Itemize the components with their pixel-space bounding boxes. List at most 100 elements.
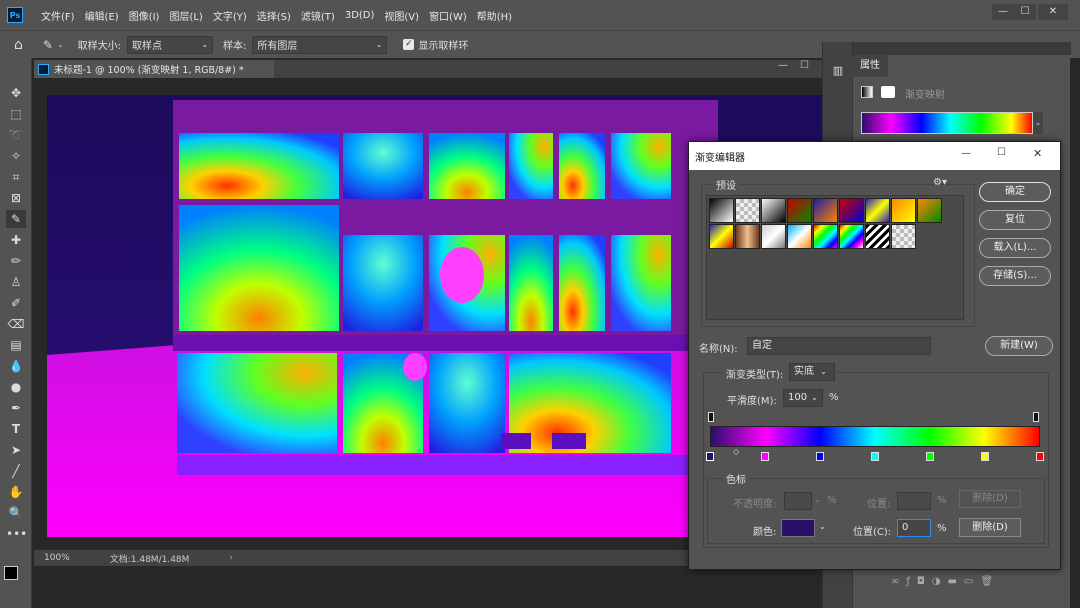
document-minimize-icon[interactable]: — bbox=[778, 60, 788, 71]
preset-swatch[interactable] bbox=[787, 224, 812, 249]
panel-header bbox=[853, 42, 1071, 55]
opacity-stop[interactable] bbox=[1033, 412, 1039, 422]
menu-edit[interactable]: 编辑(E) bbox=[80, 8, 124, 23]
midpoint-diamond-icon[interactable]: ◇ bbox=[733, 447, 739, 456]
menu-filter[interactable]: 滤镜(T) bbox=[296, 8, 340, 23]
color-stop[interactable] bbox=[926, 452, 934, 461]
preset-swatch[interactable] bbox=[917, 198, 942, 223]
new-button[interactable]: 新建(W) bbox=[985, 336, 1053, 356]
lasso-tool-icon[interactable]: ➰ bbox=[6, 126, 26, 144]
dialog-close-icon[interactable]: ✕ bbox=[1033, 147, 1042, 160]
eyedropper-tool-icon[interactable]: ✎ bbox=[6, 210, 26, 228]
hand-tool-icon[interactable]: ✋ bbox=[6, 483, 26, 501]
chevron-down-icon[interactable]: ⌄ bbox=[57, 40, 64, 49]
color-stop[interactable] bbox=[981, 452, 989, 461]
preset-swatch[interactable] bbox=[709, 224, 734, 249]
gradient-preview[interactable] bbox=[861, 112, 1033, 134]
move-tool-icon[interactable]: ✥ bbox=[6, 84, 26, 102]
show-ring-checkbox[interactable]: ✓ bbox=[403, 39, 415, 50]
crop-tool-icon[interactable]: ⌗ bbox=[6, 168, 26, 186]
sample-size-select[interactable]: 取样点 ⌄ bbox=[127, 35, 214, 54]
color-stop[interactable] bbox=[761, 452, 769, 461]
preset-swatch[interactable] bbox=[891, 224, 916, 249]
healing-brush-tool-icon[interactable]: ✚ bbox=[6, 231, 26, 249]
eyedropper-icon[interactable]: ✎ bbox=[43, 38, 53, 52]
gradient-bar[interactable] bbox=[710, 426, 1040, 447]
type-tool-icon[interactable]: T bbox=[6, 420, 26, 438]
menu-image[interactable]: 图像(I) bbox=[124, 8, 165, 23]
mask-icon[interactable] bbox=[881, 86, 895, 98]
color-stop[interactable] bbox=[871, 452, 879, 461]
preset-swatch[interactable] bbox=[891, 198, 916, 223]
chevron-down-icon: ⌄ bbox=[811, 393, 818, 402]
menu-window[interactable]: 窗口(W) bbox=[424, 8, 472, 23]
foreground-color-swatch[interactable] bbox=[4, 566, 18, 580]
sample-select[interactable]: 所有图层 ⌄ bbox=[252, 35, 388, 54]
menu-layer[interactable]: 图层(L) bbox=[164, 8, 207, 23]
preset-swatch[interactable] bbox=[839, 198, 864, 223]
menu-select[interactable]: 选择(S) bbox=[252, 8, 296, 23]
frame-tool-icon[interactable]: ⊠ bbox=[6, 189, 26, 207]
reset-button[interactable]: 复位 bbox=[979, 210, 1051, 230]
stamp-tool-icon[interactable]: ♙ bbox=[6, 273, 26, 291]
tab-properties[interactable]: 属性 bbox=[852, 55, 888, 77]
menu-view[interactable]: 视图(V) bbox=[379, 8, 424, 23]
load-button[interactable]: 载入(L)... bbox=[979, 238, 1051, 258]
more-tools-icon[interactable]: ••• bbox=[6, 525, 27, 543]
zoom-tool-icon[interactable]: 🔍 bbox=[6, 504, 26, 522]
gradient-tool-icon[interactable]: ▤ bbox=[6, 336, 26, 354]
zoom-level[interactable]: 100% bbox=[44, 553, 70, 563]
marquee-tool-icon[interactable]: ⬚ bbox=[6, 105, 26, 123]
magic-wand-tool-icon[interactable]: ✧ bbox=[6, 147, 26, 165]
preset-swatch[interactable] bbox=[735, 224, 760, 249]
adjustments-icon[interactable]: ▥ bbox=[829, 64, 847, 82]
menu-type[interactable]: 文字(Y) bbox=[208, 8, 252, 23]
save-button[interactable]: 存储(S)... bbox=[979, 266, 1051, 286]
presets-gear-icon[interactable]: ⚙▾ bbox=[933, 177, 947, 188]
close-icon[interactable]: ✕ bbox=[1038, 4, 1068, 20]
dialog-minimize-icon[interactable]: — bbox=[961, 148, 971, 159]
chevron-down-icon[interactable]: ⌄ bbox=[819, 522, 826, 531]
maximize-icon[interactable]: ☐ bbox=[1014, 4, 1036, 20]
color-stop[interactable] bbox=[706, 452, 714, 461]
stop-color-swatch[interactable] bbox=[781, 519, 815, 537]
brush-tool-icon[interactable]: ✏ bbox=[6, 252, 26, 270]
menu-file[interactable]: 文件(F) bbox=[36, 8, 80, 23]
smoothness-input[interactable]: 100 ⌄ bbox=[783, 389, 823, 407]
preset-swatch[interactable] bbox=[813, 198, 838, 223]
preset-swatch[interactable] bbox=[735, 198, 760, 223]
chevron-right-icon[interactable]: › bbox=[229, 553, 233, 563]
preset-swatch[interactable] bbox=[813, 224, 838, 249]
delete-color-stop-button[interactable]: 删除(D) bbox=[959, 518, 1021, 537]
preset-swatch[interactable] bbox=[761, 224, 786, 249]
name-input[interactable]: 自定 bbox=[747, 337, 931, 355]
path-selection-tool-icon[interactable]: ➤ bbox=[6, 441, 26, 459]
dialog-maximize-icon[interactable]: ☐ bbox=[997, 147, 1006, 158]
menu-help[interactable]: 帮助(H) bbox=[472, 8, 517, 23]
pen-tool-icon[interactable]: ✒ bbox=[6, 399, 26, 417]
preset-swatch[interactable] bbox=[865, 198, 890, 223]
home-icon[interactable]: ⌂ bbox=[14, 37, 23, 53]
eraser-tool-icon[interactable]: ⌫ bbox=[6, 315, 26, 333]
panel-footer-icons[interactable]: ∞ƒ◘◑▬▭🗑 bbox=[891, 576, 1000, 587]
position-input[interactable]: 0 bbox=[897, 519, 931, 537]
blur-tool-icon[interactable]: 💧 bbox=[6, 357, 26, 375]
preset-swatch[interactable] bbox=[839, 224, 864, 249]
chevron-down-icon[interactable]: ⌄ bbox=[1033, 112, 1043, 134]
color-stop[interactable] bbox=[816, 452, 824, 461]
preset-swatch[interactable] bbox=[709, 198, 734, 223]
preset-swatch[interactable] bbox=[865, 224, 890, 249]
gradient-type-select[interactable]: 实底 ⌄ bbox=[789, 363, 835, 381]
document-tab[interactable]: 未标题-1 @ 100% (渐变映射 1, RGB/8#) * bbox=[34, 60, 274, 78]
history-brush-tool-icon[interactable]: ✐ bbox=[6, 294, 26, 312]
ok-button[interactable]: 确定 bbox=[979, 182, 1051, 202]
color-stop[interactable] bbox=[1036, 452, 1044, 461]
minimize-icon[interactable]: — bbox=[992, 4, 1014, 20]
dodge-tool-icon[interactable]: ● bbox=[6, 378, 26, 396]
preset-swatch[interactable] bbox=[787, 198, 812, 223]
line-tool-icon[interactable]: ╱ bbox=[6, 462, 26, 480]
document-maximize-icon[interactable]: ☐ bbox=[800, 60, 809, 71]
preset-swatch[interactable] bbox=[761, 198, 786, 223]
opacity-stop[interactable] bbox=[708, 412, 714, 422]
menu-3d[interactable]: 3D(D) bbox=[340, 10, 380, 21]
